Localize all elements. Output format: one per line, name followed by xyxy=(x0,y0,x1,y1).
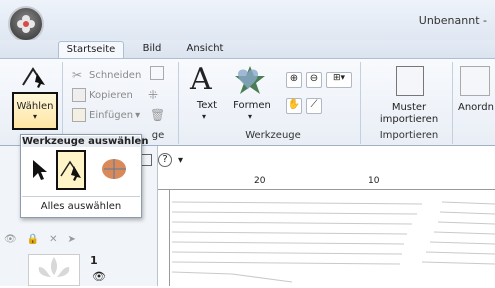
select-arrow-icon xyxy=(60,160,81,181)
paste-button[interactable]: Einfügen ▾ xyxy=(72,106,140,124)
delete-icon[interactable]: ✕ xyxy=(49,234,57,245)
quick-access-toolbar: ? ▾ xyxy=(140,150,183,170)
arrange-label[interactable]: Anordn xyxy=(458,102,494,113)
pan-hand-icon[interactable]: ✋ xyxy=(286,98,302,114)
arrange-icon xyxy=(460,66,490,96)
copy-button[interactable]: Kopieren xyxy=(72,86,133,104)
vertical-ruler xyxy=(158,190,170,286)
zoom-fit-icon[interactable]: ⊞▾ xyxy=(326,72,352,88)
delete-icon[interactable]: 🗑 xyxy=(150,108,165,122)
dropdown-arrow-icon[interactable]: ▾ xyxy=(248,112,252,121)
import-group-label: Importieren xyxy=(379,130,439,141)
select-all-button[interactable]: Alles auswählen xyxy=(22,196,140,216)
ruler-mark: 10 xyxy=(368,176,380,186)
flower-logo-icon xyxy=(17,15,35,33)
select-button-label: Wählen xyxy=(16,101,54,112)
qat-dropdown-icon[interactable]: ▾ xyxy=(178,155,183,166)
point-select-tool[interactable] xyxy=(56,150,86,190)
eye-icon[interactable]: 👁 xyxy=(4,234,17,245)
group-separator xyxy=(62,62,63,144)
measure-icon[interactable]: ⟋ xyxy=(306,98,322,114)
select-button[interactable]: Wählen ▾ xyxy=(12,92,58,130)
cut-label: Schneiden xyxy=(89,69,142,81)
layer-number: 1 xyxy=(90,254,98,267)
dropdown-arrow-icon[interactable]: ▾ xyxy=(202,112,206,121)
dropdown-arrow-icon: ▾ xyxy=(135,109,141,121)
shapes-tool-icon xyxy=(232,64,268,99)
dropdown-arrow-icon: ▾ xyxy=(32,112,37,121)
shapes-tool-label[interactable]: Formen xyxy=(232,100,272,111)
paste-label: Einfügen xyxy=(89,109,134,121)
arrow-cursor-icon xyxy=(33,160,47,180)
tools-group-label: Werkzeuge xyxy=(245,130,301,141)
horizontal-ruler: 20 10 xyxy=(158,176,495,190)
import-pattern-label-line1[interactable]: Muster xyxy=(378,102,440,113)
lock-icon[interactable]: 🔒 xyxy=(27,234,39,245)
copy-label: Kopieren xyxy=(89,89,133,101)
duplicate-icon[interactable] xyxy=(150,66,164,80)
embroidery-pattern xyxy=(172,201,495,283)
zoom-out-icon[interactable]: ⊖ xyxy=(306,72,322,88)
layer-thumbnail[interactable] xyxy=(28,254,80,286)
cut-button[interactable]: ✂ Schneiden xyxy=(72,66,141,84)
application-menu-button[interactable] xyxy=(8,6,44,42)
group-separator xyxy=(452,62,453,144)
window-title: Unbenannt - xyxy=(418,14,487,27)
paste-icon xyxy=(72,108,86,122)
grid-icon[interactable]: ⁜ xyxy=(148,88,158,102)
layer-visibility-icon[interactable]: 👁 xyxy=(92,270,106,283)
ruler-mark: 20 xyxy=(254,176,266,186)
help-icon[interactable]: ? xyxy=(158,153,172,167)
clipboard-group-label: ge xyxy=(151,130,165,141)
select-arrow-icon[interactable]: ➤ xyxy=(68,234,76,245)
text-tool-label[interactable]: Text xyxy=(192,100,222,111)
import-pattern-label-line2[interactable]: importieren xyxy=(372,114,446,125)
select-arrow-icon xyxy=(22,67,45,88)
import-pattern-icon xyxy=(396,66,424,96)
tab-ansicht[interactable]: Ansicht xyxy=(180,41,230,58)
text-tool-icon: A xyxy=(190,62,212,97)
fleur-de-lis-icon xyxy=(38,257,70,277)
select-tool-preview xyxy=(14,64,54,90)
layer-toolbar: 👁 🔒 ✕ ➤ xyxy=(4,230,154,248)
select-arrow-tool[interactable] xyxy=(24,150,54,190)
copy-icon xyxy=(72,88,86,102)
lasso-icon xyxy=(102,159,126,179)
tab-startseite[interactable]: Startseite xyxy=(58,41,124,58)
group-separator xyxy=(178,62,179,144)
group-separator xyxy=(360,62,361,144)
zoom-in-icon[interactable]: ⊕ xyxy=(286,72,302,88)
scissors-icon: ✂ xyxy=(72,68,83,82)
tab-bild[interactable]: Bild xyxy=(132,41,172,58)
lasso-select-tool[interactable] xyxy=(98,150,128,190)
popup-title: Werkzeuge auswählen xyxy=(22,136,149,147)
